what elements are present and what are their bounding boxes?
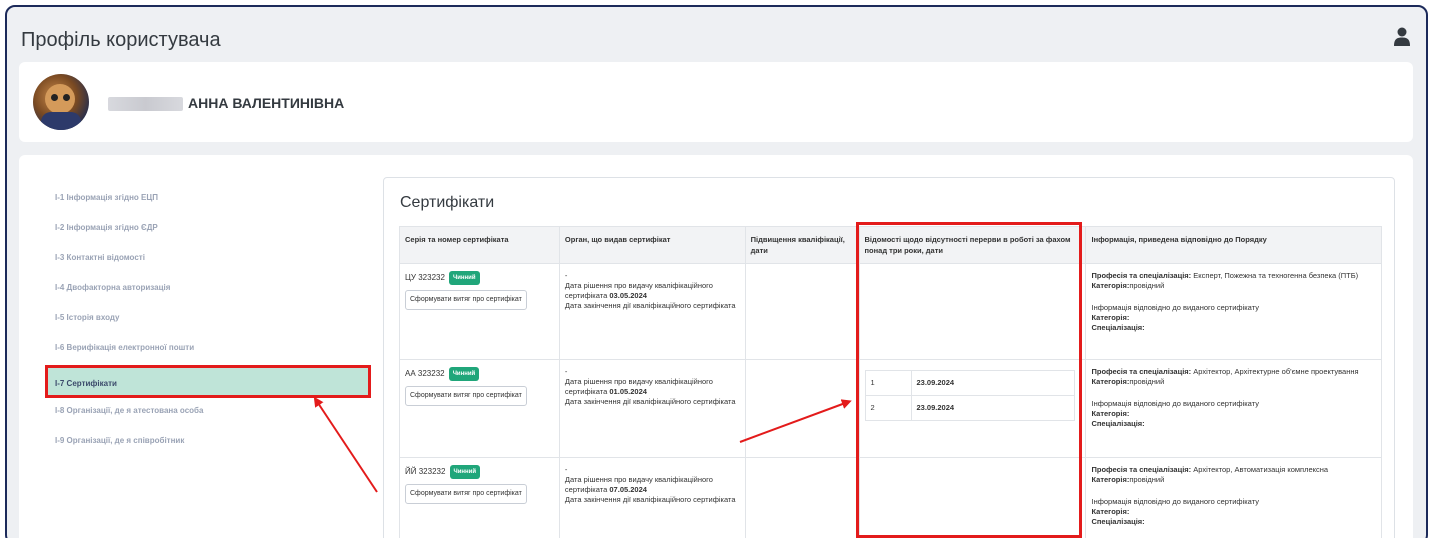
cell-work-break: 1 23.09.2024 2 23.09.2024	[858, 359, 1087, 458]
end-date-label: Дата закінчення дії кваліфікаційного сер…	[564, 397, 736, 406]
col-header-number: Серія та номер сертифіката	[399, 226, 560, 264]
sidebar-item-ecp[interactable]: І-1 Інформація згідно ЕЦП	[47, 185, 377, 215]
cell-issuer: - Дата рішення про видачу кваліфікаційно…	[558, 457, 746, 538]
specialization-label: Спеціалізація:	[1091, 419, 1145, 428]
sidebar-item-certified-orgs[interactable]: І-8 Організації, де я атестована особа	[47, 398, 377, 428]
profession-value: Архітектор, Автоматизація комплексна	[1193, 465, 1329, 474]
sidebar-item-email-verification[interactable]: І-6 Верифікація електронної пошти	[47, 335, 377, 365]
sidebar-item-employer-orgs[interactable]: І-9 Організації, де я співробітник	[47, 428, 377, 458]
table-row: ЦУ 323232 Чинний Сформувати витяг про се…	[399, 263, 1382, 360]
col-header-work-break: Відомості щодо відсутності перерви в роб…	[858, 226, 1087, 264]
cell-number: ЙЙ 323232 Чинний Сформувати витяг про се…	[399, 457, 560, 538]
end-date-label: Дата закінчення дії кваліфікаційного сер…	[564, 301, 736, 310]
break-index: 1	[864, 370, 912, 396]
cell-info: Професія та спеціалізація: Архітектор, А…	[1085, 457, 1382, 538]
cell-qualification	[744, 359, 860, 458]
profession-label: Професія та спеціалізація:	[1091, 367, 1192, 376]
user-icon[interactable]	[1394, 27, 1410, 47]
break-date: 23.09.2024	[910, 395, 1075, 421]
cert-number: АА 323232	[405, 369, 445, 378]
profile-card: АННА ВАЛЕНТИНІВНА	[19, 62, 1413, 142]
sidebar-item-login-history[interactable]: І-5 Історія входу	[47, 305, 377, 335]
redacted-surname	[108, 97, 183, 111]
work-break-table: 1 23.09.2024 2 23.09.2024	[864, 370, 1075, 421]
decision-date: 07.05.2024	[609, 485, 647, 494]
decision-line: Дата рішення про видачу кваліфікаційного…	[565, 377, 740, 397]
decision-date: 03.05.2024	[609, 291, 647, 300]
work-break-row: 1 23.09.2024	[864, 370, 1075, 396]
category-label: Категорія:	[1091, 313, 1130, 322]
specialization-label: Спеціалізація:	[1091, 517, 1145, 526]
sidebar-item-2fa[interactable]: І-4 Двофакторна авторизація	[47, 275, 377, 305]
decision-line: Дата рішення про видачу кваліфікаційного…	[565, 281, 740, 301]
category-label: Категорія:	[1091, 507, 1130, 516]
cell-qualification	[744, 263, 860, 360]
cell-number: ЦУ 323232 Чинний Сформувати витяг про се…	[399, 263, 560, 360]
table-row: АА 323232 Чинний Сформувати витяг про се…	[399, 359, 1382, 458]
info-label: Інформація відповідно до виданого сертиф…	[1091, 497, 1259, 506]
cert-number: ЦУ 323232	[405, 273, 445, 282]
category-label: Категорія:	[1091, 475, 1130, 484]
cell-issuer: - Дата рішення про видачу кваліфікаційно…	[558, 359, 746, 458]
status-badge: Чинний	[448, 367, 480, 381]
issuer-dash: -	[564, 465, 568, 474]
col-header-info: Інформація, приведена відповідно до Поря…	[1085, 226, 1382, 264]
cell-info: Професія та спеціалізація: Експерт, Поже…	[1085, 263, 1382, 360]
sidebar-item-edr[interactable]: І-2 Інформація згідно ЄДР	[47, 215, 377, 245]
status-badge: Чинний	[449, 271, 480, 285]
cell-work-break	[858, 263, 1087, 360]
info-label: Інформація відповідно до виданого сертиф…	[1091, 399, 1259, 408]
user-name: АННА ВАЛЕНТИНІВНА	[188, 95, 345, 111]
generate-extract-button[interactable]: Сформувати витяг про сертифікат	[405, 484, 527, 504]
app-frame: Профіль користувача АННА ВАЛЕНТИНІВНА І-…	[5, 5, 1428, 538]
break-date: 23.09.2024	[910, 370, 1075, 396]
certificates-panel: Сертифікати Серія та номер сертифіката О…	[383, 177, 1395, 538]
sidebar-menu: І-1 Інформація згідно ЕЦП І-2 Інформація…	[45, 185, 377, 458]
work-break-row: 2 23.09.2024	[864, 395, 1075, 421]
category-value: провідний	[1129, 475, 1165, 484]
specialization-label: Спеціалізація:	[1091, 323, 1145, 332]
page-title: Профіль користувача	[21, 29, 221, 51]
category-label: Категорія:	[1091, 377, 1130, 386]
generate-extract-button[interactable]: Сформувати витяг про сертифікат	[405, 290, 527, 310]
table-row: ЙЙ 323232 Чинний Сформувати витяг про се…	[399, 457, 1382, 538]
certificates-title: Сертифікати	[400, 194, 495, 211]
cell-qualification	[744, 457, 860, 538]
issuer-dash: -	[564, 271, 568, 280]
cert-number: ЙЙ 323232	[405, 467, 446, 476]
profession-label: Професія та спеціалізація:	[1091, 271, 1192, 280]
break-index: 2	[864, 395, 912, 421]
sidebar-item-certificates[interactable]: І-7 Сертифікати	[45, 365, 371, 398]
category-label: Категорія:	[1091, 281, 1130, 290]
cell-issuer: - Дата рішення про видачу кваліфікаційно…	[558, 263, 746, 360]
col-header-qualification: Підвищення кваліфікації, дати	[744, 226, 860, 264]
category-value: провідний	[1129, 281, 1165, 290]
category-value: провідний	[1129, 377, 1165, 386]
status-badge: Чинний	[449, 465, 481, 479]
cell-work-break	[858, 457, 1087, 538]
info-label: Інформація відповідно до виданого сертиф…	[1091, 303, 1259, 312]
profession-value: Архітектор, Архітектурне об'ємне проекту…	[1193, 367, 1359, 376]
decision-date: 01.05.2024	[609, 387, 647, 396]
cell-info: Професія та спеціалізація: Архітектор, А…	[1085, 359, 1382, 458]
main-card: І-1 Інформація згідно ЕЦП І-2 Інформація…	[19, 155, 1413, 538]
cell-number: АА 323232 Чинний Сформувати витяг про се…	[399, 359, 560, 458]
avatar[interactable]	[33, 74, 89, 130]
profession-label: Професія та спеціалізація:	[1091, 465, 1192, 474]
category-label: Категорія:	[1091, 409, 1130, 418]
sidebar-item-contacts[interactable]: І-3 Контактні відомості	[47, 245, 377, 275]
generate-extract-button[interactable]: Сформувати витяг про сертифікат	[405, 386, 527, 406]
decision-line: Дата рішення про видачу кваліфікаційного…	[565, 475, 740, 495]
profession-value: Експерт, Пожежна та техногенна безпека (…	[1193, 271, 1359, 280]
issuer-dash: -	[564, 367, 568, 376]
certificates-table: Серія та номер сертифіката Орган, що вид…	[399, 226, 1382, 538]
col-header-issuer: Орган, що видав сертифікат	[558, 226, 746, 264]
end-date-label: Дата закінчення дії кваліфікаційного сер…	[564, 495, 736, 504]
